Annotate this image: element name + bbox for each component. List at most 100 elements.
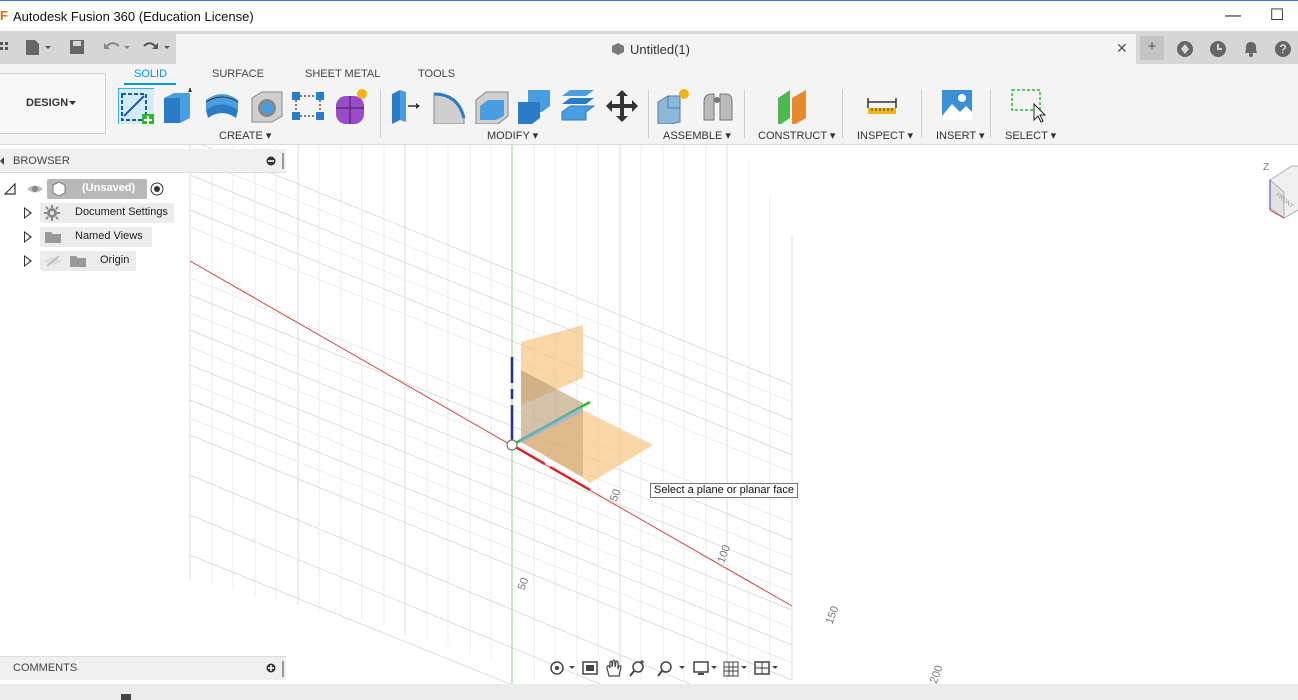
viewcube-z-label: Z xyxy=(1263,162,1269,173)
document-tab[interactable]: Untitled(1) ✕ xyxy=(176,34,1136,64)
toolbar-separator xyxy=(380,90,381,138)
active-tab-underline xyxy=(124,83,176,85)
insert-group[interactable]: INSERT ▾ xyxy=(936,129,985,142)
title-bar: F Autodesk Fusion 360 (Education License… xyxy=(0,0,1298,31)
chevron-down-icon xyxy=(69,101,76,105)
create-form-icon[interactable] xyxy=(334,88,370,124)
inspect-group[interactable]: INSPECT ▾ xyxy=(857,129,913,142)
collapse-left-icon[interactable] xyxy=(0,157,5,165)
fusion-360-window: F Autodesk Fusion 360 (Education License… xyxy=(0,0,1298,700)
minimize-button[interactable]: — xyxy=(1220,5,1246,27)
modify-group[interactable]: MODIFY ▾ xyxy=(487,129,538,142)
redo-icon[interactable] xyxy=(142,38,172,56)
pan-hand-icon[interactable] xyxy=(606,659,622,677)
select-group[interactable]: SELECT ▾ xyxy=(1005,129,1056,142)
expand-triangle-icon[interactable] xyxy=(24,207,32,219)
maximize-button[interactable]: ☐ xyxy=(1264,5,1290,27)
insert-image-icon[interactable] xyxy=(940,88,976,124)
browser-item-origin[interactable]: Origin xyxy=(0,251,200,271)
toolbar-separator xyxy=(842,90,843,138)
hole-icon[interactable] xyxy=(248,88,284,124)
activate-radio-icon[interactable] xyxy=(150,182,164,196)
browser-collapse-icon[interactable] xyxy=(266,156,276,166)
document-settings-label: Document Settings xyxy=(75,206,168,218)
measure-icon[interactable] xyxy=(866,88,902,124)
look-at-icon[interactable] xyxy=(582,661,598,675)
tab-tools[interactable]: TOOLS xyxy=(418,68,455,80)
hidden-eye-icon[interactable] xyxy=(44,254,62,268)
undo-icon[interactable] xyxy=(102,38,132,56)
timeline-marker-icon[interactable] xyxy=(121,694,131,700)
notifications-bell-icon[interactable] xyxy=(1240,38,1262,60)
ribbon-toolbar: DESIGN SOLID SURFACE SHEET METAL TOOLS C… xyxy=(0,64,1298,145)
combine-icon[interactable] xyxy=(516,88,552,124)
extensions-icon[interactable] xyxy=(1174,38,1196,60)
browser-panel-header[interactable]: BROWSER xyxy=(0,149,286,173)
file-menu-icon[interactable] xyxy=(24,38,54,56)
display-settings-icon[interactable] xyxy=(693,661,717,675)
comments-panel-header[interactable]: COMMENTS xyxy=(0,656,286,680)
offset-plane-icon[interactable] xyxy=(776,88,812,124)
expand-triangle-icon[interactable] xyxy=(24,255,32,267)
construct-group[interactable]: CONSTRUCT ▾ xyxy=(758,129,835,142)
press-pull-icon[interactable] xyxy=(388,88,424,124)
toolbar-separator xyxy=(648,90,649,138)
new-tab-plus-icon[interactable]: + xyxy=(1140,36,1164,60)
add-comment-icon[interactable] xyxy=(266,663,276,673)
browser-resize-handle[interactable] xyxy=(282,153,284,169)
comments-resize-handle[interactable] xyxy=(282,661,284,677)
move-copy-icon[interactable] xyxy=(604,88,640,124)
x-axis-label-200: 200 xyxy=(928,664,946,684)
toolbar-separator xyxy=(744,90,745,138)
workspace-label: DESIGN xyxy=(26,97,69,109)
toolbar-separator xyxy=(921,90,922,138)
toolbar-separator xyxy=(990,90,991,138)
extrude-icon[interactable] xyxy=(160,88,196,124)
visibility-eye-icon[interactable] xyxy=(26,182,44,196)
browser-item-named-views[interactable]: Named Views xyxy=(0,227,200,247)
zoom-icon[interactable] xyxy=(629,660,644,677)
workspace-switcher-button[interactable]: DESIGN xyxy=(0,73,106,134)
browser-item-document-settings[interactable]: Document Settings xyxy=(0,203,200,223)
revolve-icon[interactable] xyxy=(204,88,240,124)
named-views-label: Named Views xyxy=(75,230,143,242)
folder-icon xyxy=(70,256,86,267)
pattern-icon[interactable] xyxy=(290,88,326,124)
expand-collapse-icon[interactable] xyxy=(4,183,16,195)
grid-settings-icon[interactable] xyxy=(723,661,747,677)
tab-sheet-metal[interactable]: SHEET METAL xyxy=(305,68,380,80)
grid-menu-icon[interactable] xyxy=(0,38,10,56)
viewports-icon[interactable] xyxy=(754,661,778,675)
y-axis-label-50: 50 xyxy=(516,576,531,592)
browser-root-row[interactable]: (Unsaved) xyxy=(0,179,200,199)
orbit-icon[interactable] xyxy=(550,661,575,675)
joint-icon[interactable] xyxy=(700,88,736,124)
window-title: Autodesk Fusion 360 (Education License) xyxy=(13,9,254,24)
create-group[interactable]: CREATE ▾ xyxy=(219,129,271,142)
3d-viewport[interactable]: 50 100 150 200 50 xyxy=(0,145,1298,684)
new-component-icon[interactable] xyxy=(656,88,692,124)
tab-surface[interactable]: SURFACE xyxy=(212,68,264,80)
svg-text:?: ? xyxy=(1280,42,1287,56)
assemble-group[interactable]: ASSEMBLE ▾ xyxy=(663,129,731,142)
component-icon xyxy=(52,181,66,197)
viewcube[interactable]: Z FRONT xyxy=(1262,158,1298,228)
tab-solid[interactable]: SOLID xyxy=(134,68,167,80)
offset-face-icon[interactable] xyxy=(560,88,596,124)
shell-icon[interactable] xyxy=(474,88,510,124)
window-select-icon[interactable] xyxy=(1010,88,1046,124)
close-tab-button[interactable]: ✕ xyxy=(1116,40,1128,57)
fusion-logo-icon: F xyxy=(0,8,8,23)
create-sketch-icon[interactable] xyxy=(118,88,154,124)
job-status-clock-icon[interactable] xyxy=(1207,38,1229,60)
help-icon[interactable]: ? xyxy=(1272,38,1294,60)
document-cube-icon xyxy=(612,43,624,55)
fit-zoom-icon[interactable] xyxy=(657,661,685,677)
x-axis-label-150: 150 xyxy=(824,604,842,625)
comments-title: COMMENTS xyxy=(13,662,78,674)
save-icon[interactable] xyxy=(69,38,85,56)
fillet-icon[interactable] xyxy=(430,88,466,124)
x-axis-label-100: 100 xyxy=(715,543,733,564)
root-component-label: (Unsaved) xyxy=(82,182,136,194)
expand-triangle-icon[interactable] xyxy=(24,231,32,243)
